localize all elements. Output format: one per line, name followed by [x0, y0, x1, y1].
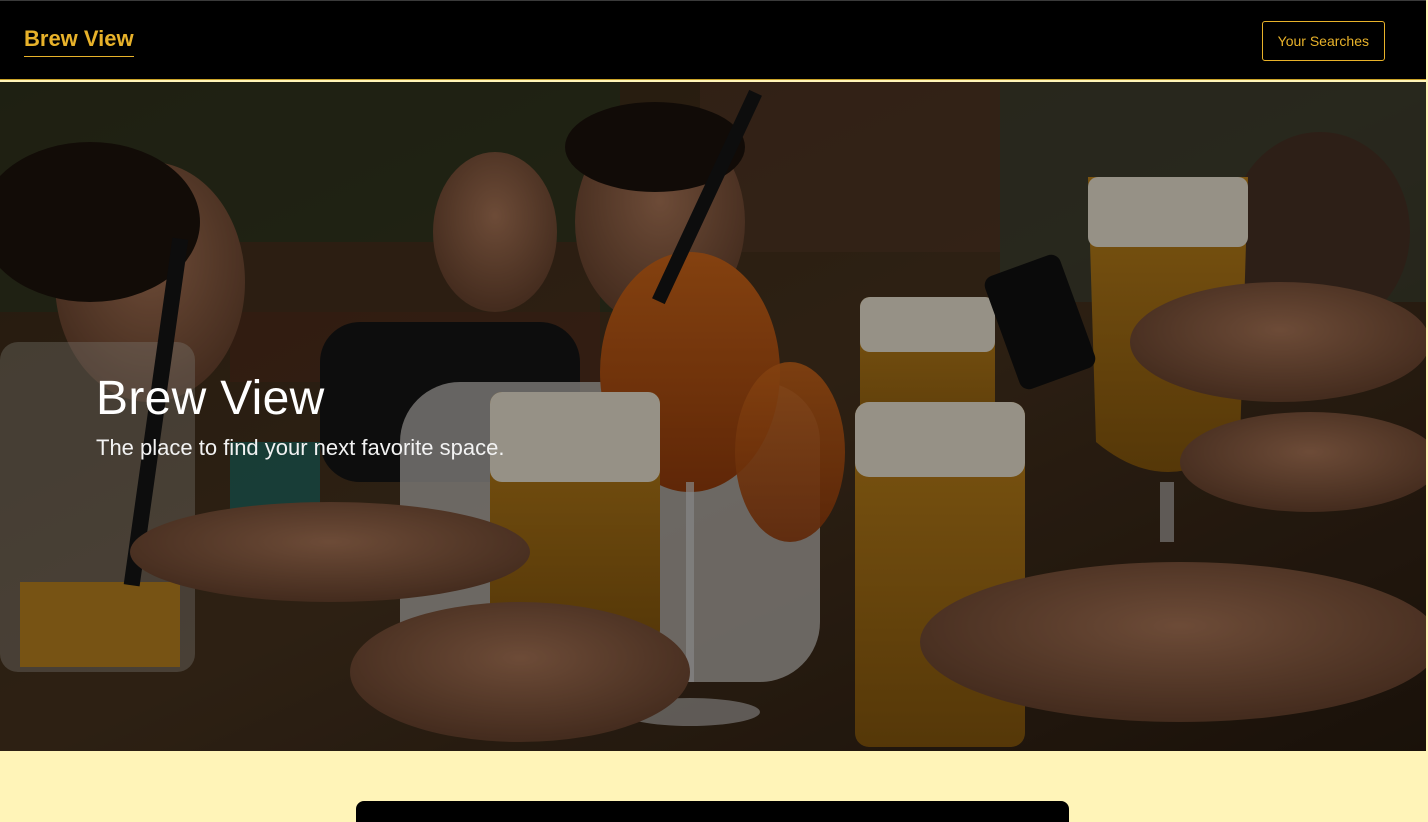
hero-banner: Brew View The place to find your next fa…	[0, 82, 1426, 751]
hero-title: Brew View	[96, 372, 325, 425]
your-searches-button[interactable]: Your Searches	[1261, 21, 1385, 61]
brand-logo-link[interactable]: Brew View	[24, 25, 134, 57]
navbar: Brew View Your Searches	[0, 0, 1426, 80]
content-card	[356, 801, 1069, 822]
hero-subtitle: The place to find your next favorite spa…	[96, 435, 505, 460]
page: Brew View Your Searches Brew View The pl…	[0, 0, 1428, 822]
